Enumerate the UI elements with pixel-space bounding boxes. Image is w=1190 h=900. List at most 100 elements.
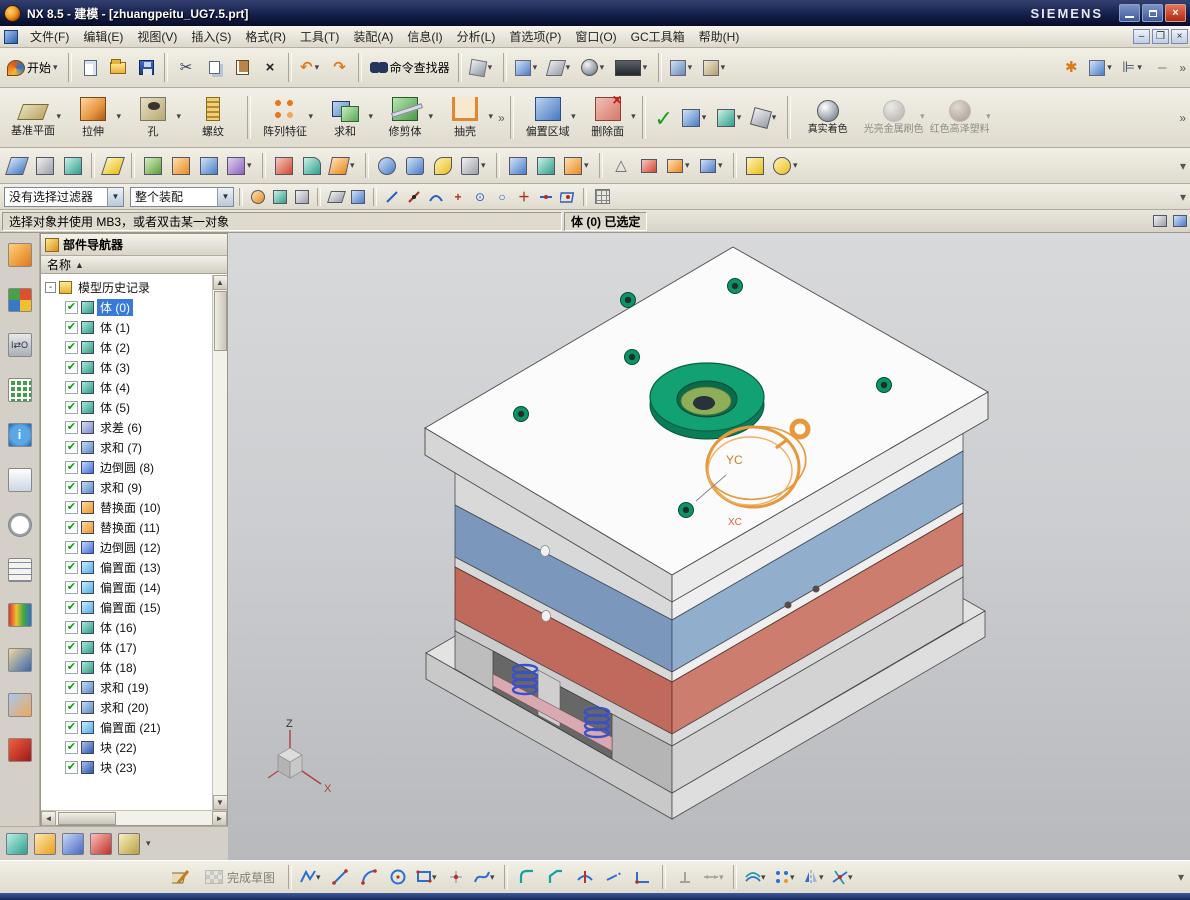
hd3d-tools-icon[interactable]: i: [8, 423, 32, 447]
trim-body-button[interactable]: 修剪体 ▾: [376, 92, 434, 144]
snap-point-on-curve-button[interactable]: [536, 187, 556, 207]
rectangle-tool-button[interactable]: ▾: [414, 864, 440, 890]
hole-button[interactable]: 孔 ▾: [124, 92, 182, 144]
mdi-minimize-button[interactable]: –: [1133, 29, 1150, 44]
draft-button[interactable]: ▾: [327, 152, 360, 180]
scrollbar-thumb[interactable]: [58, 812, 116, 825]
metal-brushed-button[interactable]: 光亮金属刷色 ▾: [862, 92, 926, 144]
edit-section-button[interactable]: [100, 152, 126, 180]
checkbox-icon[interactable]: ✔: [65, 501, 78, 514]
menu-edit[interactable]: 编辑(E): [76, 25, 130, 48]
menu-preferences[interactable]: 首选项(P): [502, 25, 568, 48]
dropdown-arrow-icon[interactable]: ▾: [56, 111, 61, 122]
replace-face-small-button[interactable]: ▾: [224, 152, 257, 180]
redo-button[interactable]: ↷: [327, 54, 353, 82]
edge-blend-small-button[interactable]: [271, 152, 297, 180]
blank-object-button[interactable]: ▾: [770, 152, 803, 180]
menu-view[interactable]: 视图(V): [130, 25, 184, 48]
paste-button[interactable]: [229, 54, 255, 82]
shell-button[interactable]: 抽壳 ▾: [436, 92, 494, 144]
navigator-item[interactable]: ✔边倒圆 (12): [41, 537, 212, 557]
measure-button[interactable]: ⊫▾: [1119, 54, 1147, 82]
start-button[interactable]: 开始 ▾: [4, 54, 63, 82]
circle-tool-button[interactable]: [385, 864, 411, 890]
checkbox-icon[interactable]: ✔: [65, 581, 78, 594]
process-studio-icon[interactable]: [8, 603, 32, 627]
grid-snap-button[interactable]: [592, 187, 612, 207]
menu-window[interactable]: 窗口(O): [568, 25, 623, 48]
reuse-library-icon[interactable]: [8, 378, 32, 402]
scroll-right-icon[interactable]: ►: [212, 811, 227, 826]
navigator-item[interactable]: ✔求和 (19): [41, 677, 212, 697]
menu-help[interactable]: 帮助(H): [692, 25, 747, 48]
red-gloss-plastic-button[interactable]: 红色高泽塑料 ▾: [928, 92, 992, 144]
minimize-button[interactable]: [1119, 4, 1140, 22]
delete-button[interactable]: ×: [257, 54, 283, 82]
window-dock-button[interactable]: [1170, 211, 1190, 231]
checkbox-icon[interactable]: ✔: [65, 401, 78, 414]
scroll-up-icon[interactable]: ▲: [213, 275, 228, 290]
scroll-left-icon[interactable]: ◄: [41, 811, 56, 826]
dropdown-arrow-icon[interactable]: ▾: [116, 111, 121, 122]
horizontal-scrollbar[interactable]: ◄ ►: [41, 810, 227, 825]
checkbox-icon[interactable]: ✔: [65, 441, 78, 454]
navigator-item[interactable]: ✔偏置面 (13): [41, 557, 212, 577]
make-corner-button[interactable]: [630, 864, 656, 890]
intersection-point-button[interactable]: ▾: [830, 864, 856, 890]
checkbox-icon[interactable]: ✔: [65, 521, 78, 534]
menu-format[interactable]: 格式(R): [238, 25, 293, 48]
menu-information[interactable]: 信息(I): [400, 25, 449, 48]
snap-existing-point-button[interactable]: ＋: [514, 187, 534, 207]
combo-arrow-icon[interactable]: ▼: [217, 188, 233, 206]
navigator-item[interactable]: ✔替换面 (11): [41, 517, 212, 537]
command-finder-button[interactable]: 命令查找器: [367, 54, 453, 82]
system-scenes-icon[interactable]: [8, 738, 32, 762]
menu-file[interactable]: 文件(F): [23, 25, 76, 48]
snap-endpoint-button[interactable]: [382, 187, 402, 207]
orient-view-button[interactable]: ▾: [545, 54, 576, 82]
assembly-navigator-icon[interactable]: [8, 243, 32, 267]
snap-control-point-button[interactable]: [426, 187, 446, 207]
geometric-constraints-button[interactable]: [672, 864, 698, 890]
checkbox-icon[interactable]: ✔: [65, 341, 78, 354]
dropdown-arrow-icon[interactable]: ▾: [176, 111, 181, 122]
background-button[interactable]: ▾: [612, 54, 653, 82]
navigator-item[interactable]: ✔体 (3): [41, 357, 212, 377]
roles-icon[interactable]: [8, 648, 32, 672]
mirror-curve-button[interactable]: ▾: [801, 864, 827, 890]
dropdown-arrow-icon[interactable]: ▾: [368, 111, 373, 122]
window-layout-button[interactable]: ▾: [667, 54, 698, 82]
document-system-icon[interactable]: [4, 30, 18, 44]
minimize-toolbar-button[interactable]: –: [1149, 54, 1175, 82]
checkbox-icon[interactable]: ✔: [65, 721, 78, 734]
graphics-window[interactable]: YC XC Z X: [228, 233, 1190, 860]
mdi-restore-button[interactable]: ❐: [1152, 29, 1169, 44]
finish-sketch-button[interactable]: 完成草图: [198, 865, 282, 889]
menu-insert[interactable]: 插入(S): [184, 25, 238, 48]
quick-trim-button[interactable]: [572, 864, 598, 890]
selection-filter-combo[interactable]: 没有选择过滤器 ▼: [4, 187, 124, 207]
bookmark-icon[interactable]: [90, 833, 112, 855]
snap-arc-center-button[interactable]: ⊙: [470, 187, 490, 207]
navigator-item[interactable]: ✔求和 (9): [41, 477, 212, 497]
snap-point-on-face-button[interactable]: [558, 187, 578, 207]
dropdown-arrow-icon[interactable]: ▾: [631, 111, 636, 122]
navigator-item[interactable]: ✔偏置面 (21): [41, 717, 212, 737]
dropdown-arrow-icon[interactable]: ▾: [571, 111, 576, 122]
checkbox-icon[interactable]: ✔: [65, 641, 78, 654]
close-button[interactable]: ×: [1165, 4, 1186, 22]
sort-ascending-icon[interactable]: ▲: [75, 260, 84, 270]
checkbox-icon[interactable]: ✔: [65, 741, 78, 754]
scroll-down-icon[interactable]: ▼: [213, 795, 228, 810]
export-icon[interactable]: [34, 833, 56, 855]
snap-point-settings-button[interactable]: ✱: [1058, 54, 1084, 82]
pattern-curve-button[interactable]: ▾: [772, 864, 798, 890]
dialog-rail-button[interactable]: [1150, 211, 1170, 231]
datum-grid-button[interactable]: [636, 152, 662, 180]
thread-button[interactable]: 螺纹: [184, 92, 242, 144]
scrollbar-thumb[interactable]: [214, 291, 227, 351]
groups-icon[interactable]: [8, 693, 32, 717]
shaded-region-button[interactable]: [326, 187, 346, 207]
dropdown-arrow-icon[interactable]: ▾: [428, 111, 433, 122]
restore-button[interactable]: [1142, 4, 1163, 22]
